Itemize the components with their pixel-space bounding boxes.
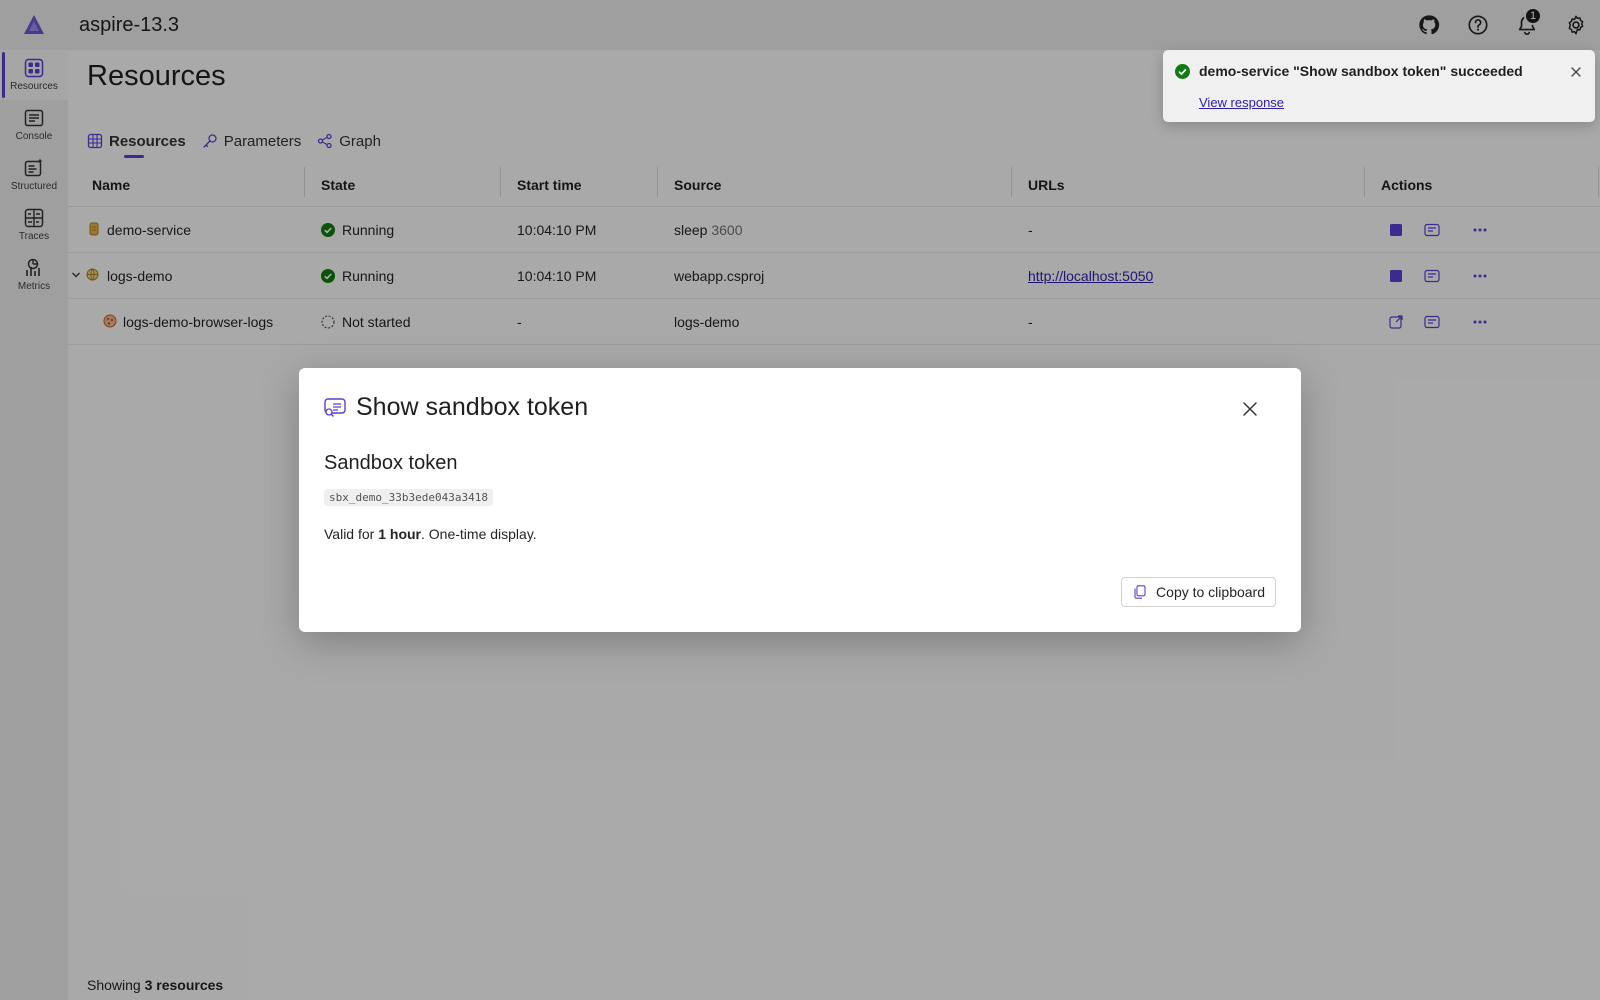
view-response-link[interactable]: View response [1199,95,1284,110]
token-value: sbx_demo_33b3ede043a3418 [324,489,493,506]
dialog-title: Show sandbox token [356,393,589,421]
copy-label: Copy to clipboard [1156,584,1265,600]
validity-prefix: Valid for [324,526,375,542]
command-response-icon [324,397,346,417]
copy-to-clipboard-button[interactable]: Copy to clipboard [1121,577,1276,607]
validity-suffix: . One-time display. [421,526,537,542]
validity-text: Valid for 1 hour. One-time display. [324,526,537,542]
success-icon [1175,63,1190,79]
dialog-header: Show sandbox token [324,393,588,422]
dialog-close-button[interactable] [1239,398,1261,420]
toast-message: demo-service "Show sandbox token" succee… [1199,63,1523,79]
toast-header: demo-service "Show sandbox token" succee… [1175,63,1523,79]
close-icon [1571,67,1581,77]
close-icon [1243,402,1257,416]
validity-duration: 1 hour [378,526,421,542]
sandbox-token-dialog: Show sandbox token Sandbox token sbx_dem… [299,368,1301,632]
token-heading: Sandbox token [324,452,458,474]
copy-icon [1134,585,1146,599]
success-toast: demo-service "Show sandbox token" succee… [1163,50,1595,122]
toast-close-button[interactable] [1569,65,1583,79]
